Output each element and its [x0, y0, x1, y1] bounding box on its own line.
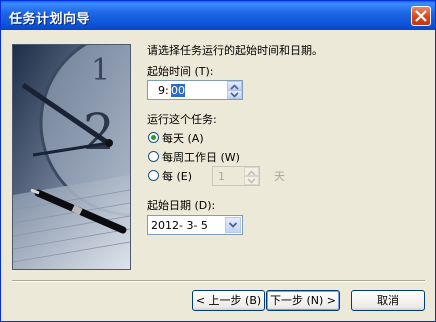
close-icon [415, 10, 427, 22]
radio-every-n-days[interactable] [148, 170, 159, 181]
radio-daily-label[interactable]: 每天 (A) [162, 130, 204, 146]
every-n-days-value: 1 [218, 170, 225, 183]
every-n-days-spinner[interactable] [244, 167, 259, 185]
start-time-hour: 9: [158, 84, 169, 97]
title-bar[interactable]: 任务计划向导 [1, 1, 435, 30]
chevron-down-icon [228, 222, 238, 228]
chevron-down-icon [230, 92, 239, 98]
close-button[interactable] [411, 6, 431, 26]
start-time-minute: 00 [171, 84, 185, 97]
task-scheduler-wizard-window: 任务计划向导 2 1 请选择任务运行的起始时间和日期。 起始时间 (T): 9:… [0, 0, 436, 322]
radio-daily[interactable] [148, 132, 159, 143]
spin-down-button[interactable] [244, 176, 259, 185]
start-date-picker[interactable]: 2012- 3- 5 [147, 215, 243, 235]
date-dropdown-button[interactable] [225, 217, 241, 233]
start-date-label: 起始日期 (D): [147, 199, 216, 212]
radio-weekdays[interactable] [148, 151, 159, 162]
radio-weekdays-label[interactable]: 每周工作日 (W) [162, 149, 240, 165]
days-unit-label: 天 [274, 170, 285, 183]
start-time-spinner[interactable] [227, 81, 242, 99]
wizard-illustration: 2 1 [12, 44, 131, 270]
cancel-button[interactable]: 取消 [351, 290, 425, 311]
spin-up-button[interactable] [227, 81, 242, 90]
start-time-label: 起始时间 (T): [147, 65, 214, 78]
back-button[interactable]: < 上一步 (B) [192, 290, 265, 311]
svg-text:1: 1 [91, 53, 110, 88]
window-title: 任务计划向导 [9, 12, 91, 27]
start-date-value: 2012- 3- 5 [151, 219, 208, 232]
run-task-label: 运行这个任务: [147, 113, 217, 126]
start-time-field[interactable]: 9: 00 [147, 80, 243, 100]
every-n-days-field[interactable]: 1 [212, 166, 260, 186]
next-button[interactable]: 下一步 (N) > [266, 290, 340, 311]
spin-down-button[interactable] [227, 90, 242, 99]
spin-up-button[interactable] [244, 167, 259, 176]
radio-every-label[interactable]: 每 (E) [162, 168, 192, 184]
intro-text: 请选择任务运行的起始时间和日期。 [147, 44, 323, 57]
separator [12, 280, 425, 282]
chevron-down-icon [247, 178, 256, 184]
